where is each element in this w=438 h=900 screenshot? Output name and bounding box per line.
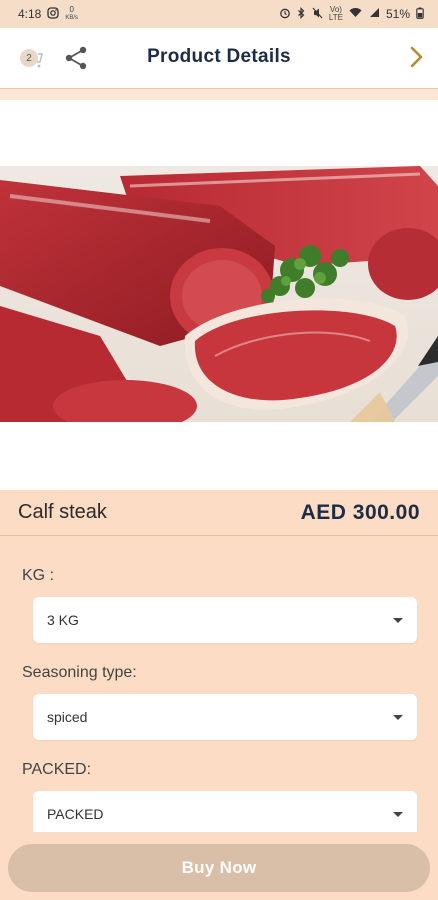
wifi-icon [349,7,362,21]
seasoning-select[interactable]: spiced [33,694,417,740]
battery-icon [416,7,424,22]
dropdown-arrow-icon [393,617,403,623]
page-title: Product Details [147,46,291,67]
next-button[interactable] [404,42,430,72]
product-price: AED 300.00 [300,500,420,524]
network-type-bottom: LTE [328,13,343,22]
status-right: Vo) LTE 51% [279,6,424,22]
kg-select-value: 3 KG [47,612,79,628]
chevron-right-icon [410,46,423,68]
bluetooth-icon [297,6,306,22]
kg-label: KG : [22,567,55,584]
product-image-container [0,100,438,490]
status-time: 4:18 [18,7,42,21]
status-left: 4:18 0 KB/s [18,6,78,22]
product-image [0,166,438,422]
alarm-icon [279,7,291,22]
packed-label: PACKED: [22,761,92,778]
packed-select-value: PACKED [47,806,104,822]
data-rate-unit: KB/s [65,15,79,21]
network-type-indicator: Vo) LTE [329,6,343,22]
battery-percent: 51% [385,7,410,21]
kg-select[interactable]: 3 KG [33,597,417,643]
instagram-icon [47,6,60,22]
buy-now-button[interactable]: Buy Now [8,844,430,892]
seasoning-label: Seasoning type: [22,664,137,681]
seasoning-select-value: spiced [47,709,88,725]
header-divider [0,88,438,100]
product-summary: Calf steak AED 300.00 [0,490,438,536]
dropdown-arrow-icon [393,811,403,817]
packed-select[interactable]: PACKED [33,791,417,837]
mute-icon [312,7,323,22]
status-bar: 4:18 0 KB/s Vo) LTE 51% [0,0,438,28]
data-rate-value: 0 [69,5,74,14]
product-options: KG : 3 KG Seasoning type: spiced PACKED:… [0,537,438,837]
product-name: Calf steak [18,501,107,523]
app-header: 2 Product Details [0,28,438,88]
bottom-action-bar: Buy Now [0,832,438,900]
dropdown-arrow-icon [393,714,403,720]
signal-icon [368,7,380,21]
data-rate-indicator: 0 KB/s [65,6,78,22]
